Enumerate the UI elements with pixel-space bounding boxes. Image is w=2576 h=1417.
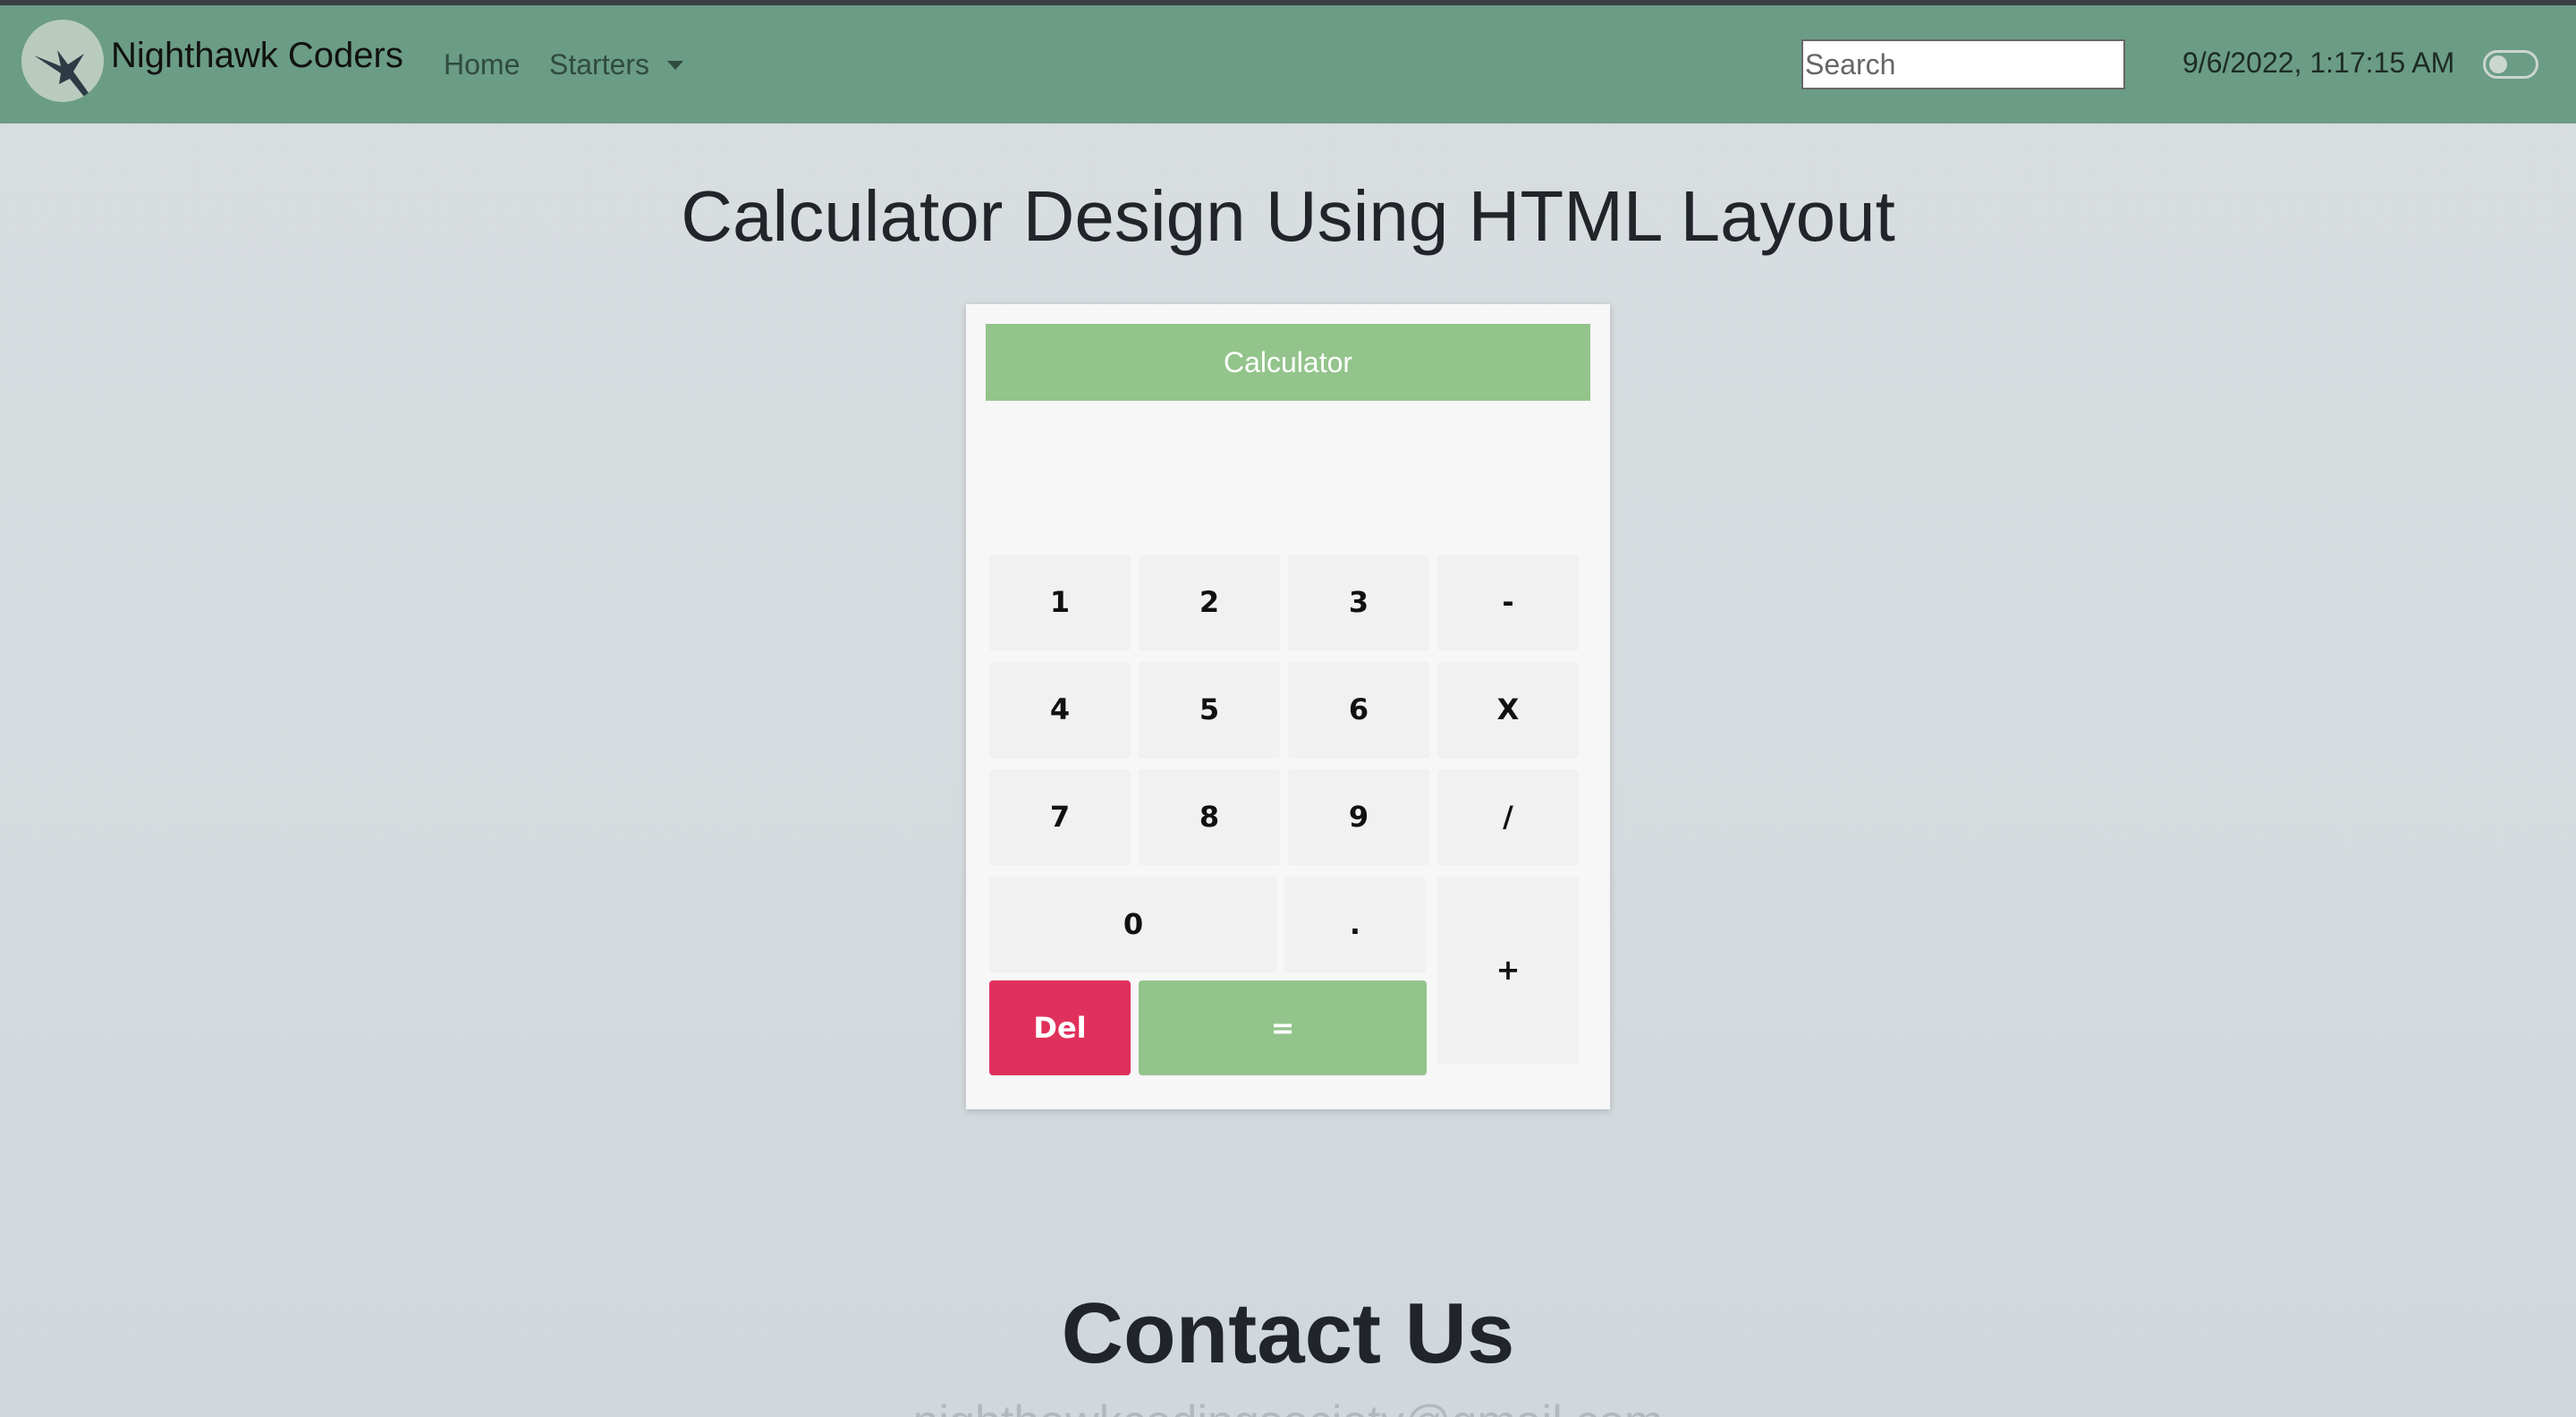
key-7[interactable]: 7 (989, 769, 1131, 864)
key-5[interactable]: 5 (1139, 662, 1280, 757)
key-divide[interactable]: / (1437, 769, 1579, 864)
theme-toggle[interactable] (2483, 50, 2538, 79)
key-4[interactable]: 4 (989, 662, 1131, 757)
key-minus[interactable]: - (1437, 555, 1579, 649)
key-3[interactable]: 3 (1288, 555, 1429, 649)
nighthawk-logo-icon[interactable] (21, 20, 104, 102)
key-6[interactable]: 6 (1288, 662, 1429, 757)
nav-dropdown-starters[interactable]: Starters (549, 48, 649, 81)
date-time-clock: 9/6/2022, 1:17:15 AM (2182, 47, 2455, 79)
equals-button[interactable]: = (1139, 980, 1427, 1075)
brand-title[interactable]: Nighthawk Coders (111, 36, 403, 76)
key-1[interactable]: 1 (989, 555, 1131, 649)
page-title: Calculator Design Using HTML Layout (681, 176, 1895, 256)
key-9[interactable]: 9 (1288, 769, 1429, 864)
nav-link-home[interactable]: Home (444, 48, 520, 81)
calculator-display (986, 412, 1590, 537)
key-2[interactable]: 2 (1139, 555, 1280, 649)
delete-button[interactable]: Del (989, 980, 1131, 1075)
key-plus[interactable]: + (1437, 877, 1579, 1063)
key-0[interactable]: 0 (989, 877, 1277, 972)
calculator-card: Calculator 1 2 3 - 4 5 6 X 7 8 9 / 0 . +… (966, 304, 1610, 1109)
key-8[interactable]: 8 (1139, 769, 1280, 864)
navbar: Nighthawk Coders Home Starters 9/6/2022,… (0, 5, 2576, 123)
key-decimal[interactable]: . (1284, 877, 1426, 972)
chevron-down-icon[interactable] (667, 61, 683, 70)
contact-heading: Contact Us (1061, 1285, 1515, 1381)
toggle-knob (2489, 55, 2507, 73)
calculator-header: Calculator (986, 324, 1590, 401)
contact-email[interactable]: nighthawkcodingsociety@gmail.com (0, 1396, 2576, 1417)
search-input[interactable] (1801, 39, 2125, 89)
key-multiply[interactable]: X (1437, 662, 1579, 757)
